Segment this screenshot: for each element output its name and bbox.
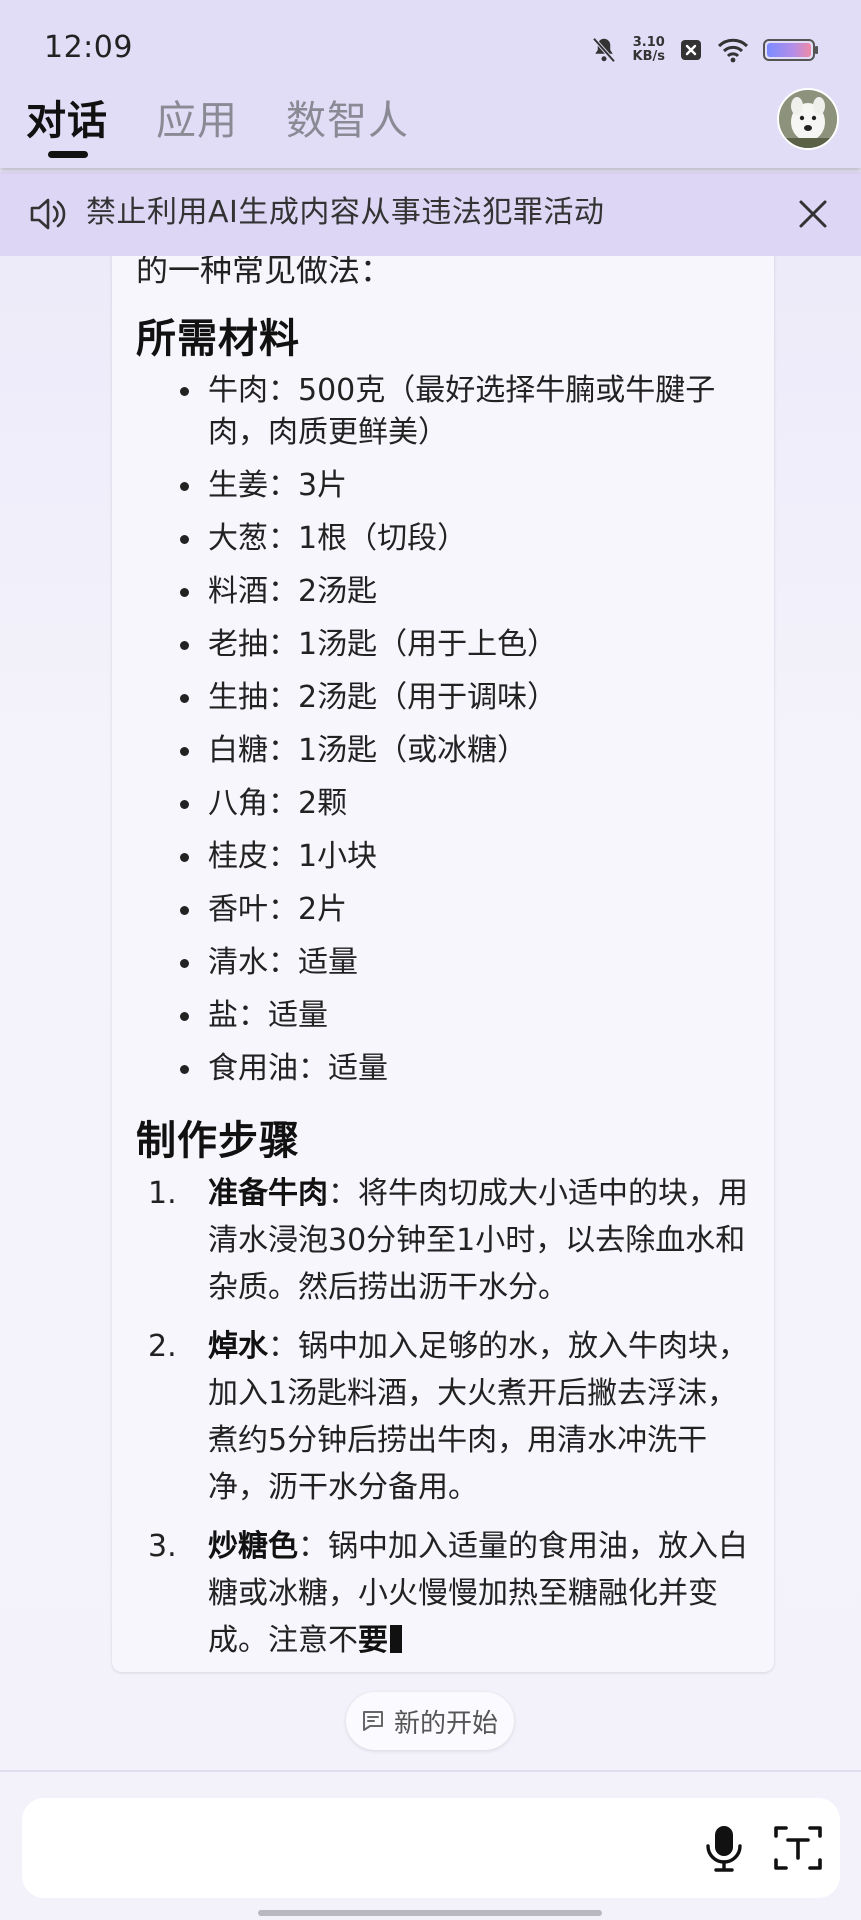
close-box-icon	[681, 40, 701, 60]
list-item: 生姜：3片	[112, 465, 774, 507]
avatar[interactable]	[777, 88, 839, 150]
step-number: 1.	[148, 1176, 177, 1211]
status-time: 12:09	[44, 30, 133, 65]
step-item: 3. 炒糖色：锅中加入适量的食用油，放入白糖或冰糖，小火慢慢加热至糖融化并变成。注…	[112, 1523, 774, 1664]
bell-muted-icon	[592, 37, 615, 63]
active-tab-indicator	[48, 151, 88, 158]
list-item: 老抽：1汤匙（用于上色）	[112, 624, 774, 666]
text-scan-icon[interactable]	[770, 1820, 826, 1876]
tab-chat[interactable]: 对话	[26, 96, 108, 158]
list-item: 料酒：2汤匙	[112, 571, 774, 613]
list-item: 食用油：适量	[112, 1048, 774, 1090]
list-item: 盐：适量	[112, 995, 774, 1037]
steps-list: 1. 准备牛肉：将牛肉切成大小适中的块，用清水浸泡30分钟至1小时，以去除血水和杂…	[112, 1170, 774, 1672]
status-bar: 12:09 3.10 KB/s	[0, 0, 861, 96]
step-number: 2.	[148, 1329, 177, 1364]
new-start-label: 新的开始	[394, 1708, 499, 1739]
step-title: 炒糖色	[208, 1529, 298, 1564]
step-item: 1. 准备牛肉：将牛肉切成大小适中的块，用清水浸泡30分钟至1小时，以去除血水和杂…	[112, 1170, 774, 1311]
step-text-tail: 要	[358, 1623, 388, 1658]
steps-heading: 制作步骤	[136, 1118, 300, 1164]
top-navigation: 对话 应用 数智人	[0, 88, 861, 168]
step-title: 准备牛肉	[208, 1176, 328, 1211]
home-indicator	[258, 1910, 602, 1916]
step-title: 焯水	[208, 1329, 268, 1364]
battery-icon	[763, 39, 818, 61]
list-item: 香叶：2片	[112, 889, 774, 931]
step-item: 2. 焯水：锅中加入足够的水，放入牛肉块，加入1汤匙料酒，大火煮开后撇去浮沫，煮约…	[112, 1323, 774, 1511]
message-input[interactable]	[22, 1798, 840, 1898]
network-speed-unit: KB/s	[632, 49, 665, 64]
dog-avatar-icon	[779, 90, 837, 148]
tab-apps[interactable]: 应用	[156, 96, 238, 146]
new-start-button[interactable]: 新的开始	[346, 1692, 515, 1750]
list-item: 桂皮：1小块	[112, 836, 774, 878]
notice-text: 禁止利用AI生成内容从事违法犯罪活动	[86, 195, 605, 230]
step-text: ：锅中加入足够的水，放入牛肉块，加入1汤匙料酒，大火煮开后撇去浮沫，煮约5分钟后…	[208, 1329, 748, 1505]
ingredients-heading: 所需材料	[136, 316, 300, 362]
list-item: 牛肉：500克（最好选择牛腩或牛腱子肉，肉质更鲜美）	[112, 370, 774, 454]
close-icon[interactable]	[791, 192, 835, 236]
status-icons: 3.10 KB/s	[589, 32, 819, 68]
tab-apps-label: 应用	[156, 98, 238, 144]
wifi-icon	[717, 38, 749, 63]
ingredients-list: 牛肉：500克（最好选择牛腩或牛腱子肉，肉质更鲜美） 生姜：3片 大葱：1根（切…	[112, 370, 774, 1101]
list-item: 八角：2颗	[112, 783, 774, 825]
list-item: 大葱：1根（切段）	[112, 518, 774, 560]
tab-chat-label: 对话	[26, 98, 108, 144]
network-speed-value: 3.10	[632, 35, 665, 50]
network-speed: 3.10 KB/s	[633, 36, 665, 64]
notice-banner: 禁止利用AI生成内容从事违法犯罪活动	[0, 172, 861, 256]
list-item: 白糖：1汤匙（或冰糖）	[112, 730, 774, 772]
assistant-message-card: 的一种常见做法： 所需材料 牛肉：500克（最好选择牛腩或牛腱子肉，肉质更鲜美）…	[112, 200, 774, 1672]
microphone-icon[interactable]	[696, 1820, 752, 1876]
list-item: 生抽：2汤匙（用于调味）	[112, 677, 774, 719]
new-chat-icon	[363, 1711, 383, 1731]
list-item: 清水：适量	[112, 942, 774, 984]
tab-digital-human-label: 数智人	[286, 98, 409, 144]
typing-cursor	[390, 1625, 402, 1653]
step-number: 3.	[148, 1529, 177, 1564]
tab-digital-human[interactable]: 数智人	[286, 96, 409, 146]
speaker-icon	[30, 198, 66, 230]
bottom-divider	[0, 1770, 861, 1772]
